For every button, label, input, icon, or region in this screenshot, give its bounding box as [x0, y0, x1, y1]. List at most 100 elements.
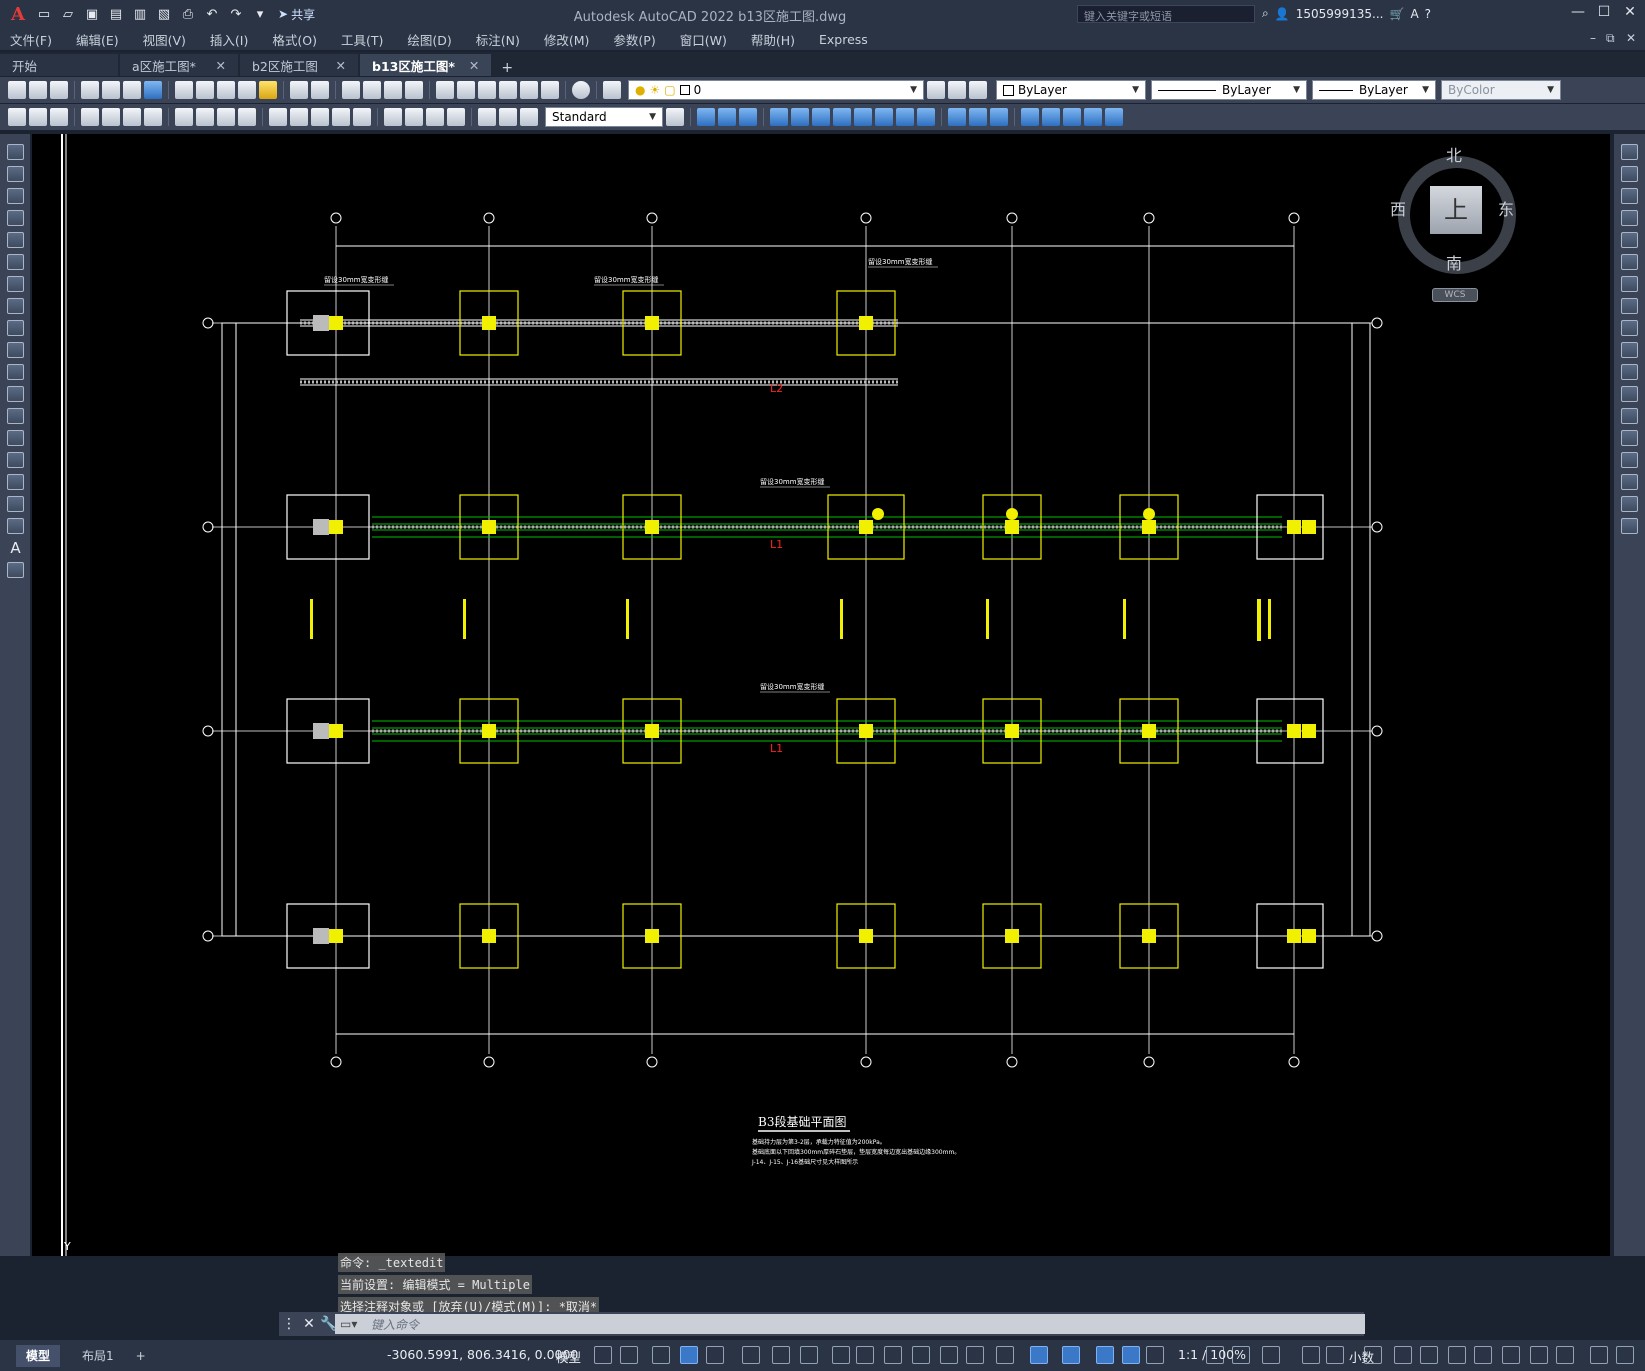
status-toggle-icon[interactable] — [940, 1346, 958, 1364]
viewcube-south[interactable]: 南 — [1446, 250, 1462, 274]
publish-icon[interactable] — [123, 81, 141, 99]
menu-modify[interactable]: 修改(M) — [544, 30, 590, 49]
tab-a-drawing[interactable]: a区施工图* ✕ — [120, 54, 238, 76]
modify-icon[interactable] — [833, 108, 851, 126]
zoom-previous-icon[interactable] — [405, 81, 423, 99]
status-toggle-icon[interactable] — [742, 1346, 760, 1364]
dim-edit-icon[interactable] — [478, 108, 496, 126]
offset-icon[interactable] — [1621, 210, 1638, 226]
aligned-dim-icon[interactable] — [102, 108, 120, 126]
viewcube-north[interactable]: 北 — [1446, 142, 1462, 166]
column-block[interactable] — [1142, 520, 1156, 534]
close-icon[interactable]: ✕ — [336, 58, 346, 73]
explode-icon[interactable] — [1621, 518, 1638, 534]
status-toggle-icon[interactable] — [1530, 1346, 1548, 1364]
modify-icon[interactable] — [791, 108, 809, 126]
solid-icon[interactable] — [1084, 108, 1102, 126]
color-dropdown[interactable]: ByLayer ▼ — [996, 80, 1146, 100]
status-toggle-icon[interactable] — [1502, 1346, 1520, 1364]
close-button[interactable]: ✕ — [1617, 4, 1643, 20]
column-block[interactable] — [1142, 929, 1156, 943]
point-icon[interactable] — [7, 430, 24, 446]
zoom-realtime-icon[interactable] — [363, 81, 381, 99]
3dprint-icon[interactable] — [144, 81, 162, 99]
layer-states-icon[interactable] — [969, 81, 987, 99]
column-block[interactable] — [645, 929, 659, 943]
close-icon[interactable]: ✕ — [216, 58, 226, 73]
column-block[interactable] — [329, 316, 343, 330]
arc-icon[interactable] — [7, 254, 24, 270]
plot-icon[interactable] — [81, 81, 99, 99]
copy-icon[interactable] — [196, 81, 214, 99]
zoom-window-icon[interactable] — [384, 81, 402, 99]
gradient-icon[interactable] — [7, 474, 24, 490]
space-icon[interactable] — [332, 108, 350, 126]
column-block[interactable] — [482, 520, 496, 534]
menu-format[interactable]: 格式(O) — [272, 30, 317, 49]
status-toggle-icon[interactable] — [1326, 1346, 1344, 1364]
region-icon[interactable] — [7, 496, 24, 512]
break-icon[interactable] — [1621, 408, 1638, 424]
menu-draw[interactable]: 绘图(D) — [407, 30, 451, 49]
autodesk-icon[interactable]: A — [1410, 7, 1418, 21]
baseline-icon[interactable] — [290, 108, 308, 126]
copy-object-icon[interactable] — [1621, 166, 1638, 182]
ellipse-icon[interactable] — [7, 342, 24, 358]
menu-express[interactable]: Express — [819, 32, 868, 47]
tool-icon[interactable] — [8, 108, 26, 126]
layer-properties-icon[interactable] — [603, 81, 621, 99]
column-block[interactable] — [1287, 929, 1301, 943]
tool-icon[interactable] — [50, 108, 68, 126]
column-block[interactable] — [329, 929, 343, 943]
viewcube-top[interactable]: 上 — [1430, 186, 1482, 234]
stretch-icon[interactable] — [1621, 320, 1638, 336]
column-block[interactable] — [1302, 724, 1316, 738]
close-icon[interactable]: ✕ — [299, 1316, 319, 1332]
plotstyle-dropdown[interactable]: ByColor ▼ — [1441, 80, 1561, 100]
polygon-icon[interactable] — [7, 210, 24, 226]
menu-view[interactable]: 视图(V) — [143, 30, 186, 49]
modify-icon[interactable] — [697, 108, 715, 126]
viewcube-east[interactable]: 东 — [1498, 196, 1514, 220]
status-toggle-icon[interactable] — [1096, 1346, 1114, 1364]
continue-icon[interactable] — [311, 108, 329, 126]
lineweight-dropdown[interactable]: ByLayer ▼ — [1312, 80, 1436, 100]
status-toggle-icon[interactable] — [1262, 1346, 1280, 1364]
column-block[interactable] — [1287, 724, 1301, 738]
modify-icon[interactable] — [739, 108, 757, 126]
layout-tab-model[interactable]: 模型 — [16, 1344, 61, 1367]
array-icon[interactable] — [1621, 232, 1638, 248]
mirror-icon[interactable] — [1621, 188, 1638, 204]
open-icon[interactable] — [29, 81, 47, 99]
user-name[interactable]: 1505999135... — [1296, 7, 1384, 21]
quick-dim-icon[interactable] — [269, 108, 287, 126]
layout-tab-1[interactable]: 布局1 — [72, 1345, 124, 1367]
ellipse-arc-icon[interactable] — [7, 364, 24, 380]
scale-icon[interactable] — [1621, 298, 1638, 314]
close-doc-button[interactable]: ✕ — [1626, 31, 1636, 45]
modify-icon[interactable] — [812, 108, 830, 126]
status-toggle-icon[interactable] — [1030, 1346, 1048, 1364]
dimstyle-dropdown[interactable]: Standard ▼ — [545, 107, 663, 127]
move-icon[interactable] — [1621, 254, 1638, 270]
status-toggle-icon[interactable] — [1122, 1346, 1140, 1364]
rotate-icon[interactable] — [1621, 276, 1638, 292]
units-display[interactable]: 小数 — [1349, 1347, 1374, 1366]
radius-icon[interactable] — [175, 108, 193, 126]
erase-icon[interactable] — [1621, 144, 1638, 160]
help-icon[interactable]: ? — [1425, 7, 1431, 21]
help-icon[interactable] — [572, 81, 590, 99]
status-toggle-icon[interactable] — [1448, 1346, 1466, 1364]
column-block[interactable] — [859, 520, 873, 534]
diameter-icon[interactable] — [217, 108, 235, 126]
status-toggle-icon[interactable] — [996, 1346, 1014, 1364]
modify-icon[interactable] — [917, 108, 935, 126]
rectangle-icon[interactable] — [7, 232, 24, 248]
tab-b13-drawing[interactable]: b13区施工图* ✕ — [360, 54, 492, 76]
column-block[interactable] — [1005, 929, 1019, 943]
search-input[interactable]: 键入关键字或短语 — [1077, 5, 1255, 23]
redo-icon[interactable] — [311, 81, 329, 99]
restore-doc-button[interactable]: ⧉ — [1606, 31, 1615, 46]
revcloud-icon[interactable] — [7, 298, 24, 314]
restore-doc-icon[interactable]: – — [1590, 31, 1596, 45]
